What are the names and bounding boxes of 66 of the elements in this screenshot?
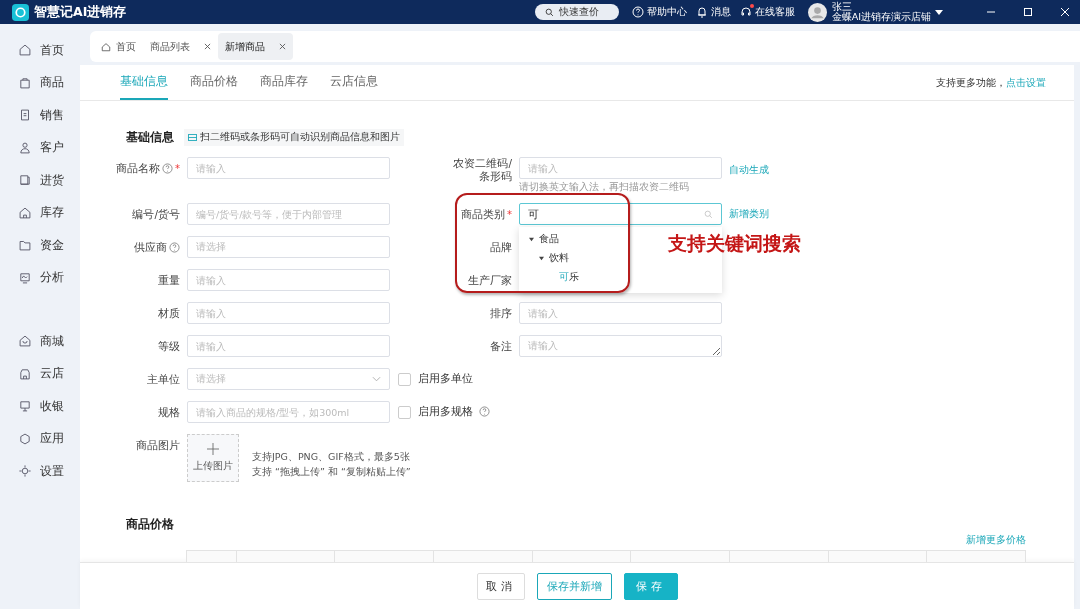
field-label: 供应商 (134, 240, 167, 254)
checkbox[interactable]: 启用多单位 (398, 368, 473, 390)
header-link[interactable]: 帮助中心 (631, 5, 687, 19)
sidebar-item[interactable]: 首页 (0, 34, 80, 67)
checkbox[interactable]: 启用多规格 (398, 401, 473, 423)
sidebar-item[interactable]: 销售 (0, 99, 80, 132)
field-label: 商品类别 (461, 207, 505, 221)
field-label: 农资二维码/条形码 (452, 157, 512, 183)
app-title: 智慧记AI进销存 (34, 3, 127, 21)
sub-tab[interactable]: 商品库存 (260, 65, 308, 100)
settings-hint: 支持更多功能， (936, 75, 1006, 90)
field-label: 等级 (158, 339, 180, 353)
sidebar-item[interactable]: 收银 (0, 390, 80, 423)
upload-note: 支持 “拖拽上传” 和 “复制粘贴上传” (252, 466, 411, 479)
text-field[interactable]: 请输入 (187, 335, 390, 357)
field-hint: 请切换英文输入法，再扫描农资二维码 (519, 181, 689, 194)
text-field[interactable]: 请输入 (187, 302, 390, 324)
header-link[interactable]: 消息 (695, 5, 731, 19)
tree-node[interactable]: 饮料 (519, 249, 569, 268)
text-field[interactable]: 请输入 (187, 157, 390, 179)
user-name: 张三 (831, 1, 852, 13)
sidebar-item[interactable]: 云店 (0, 357, 80, 390)
sub-tab[interactable]: 云店信息 (330, 65, 378, 100)
field-label: 材质 (158, 306, 180, 320)
scan-note: 扫二维码或条形码可自动识别商品信息和图片 (184, 129, 404, 146)
field-label: 生产厂家 (468, 273, 512, 287)
sidebar-item[interactable]: 客户 (0, 131, 80, 164)
tree-node[interactable]: 食品 (519, 230, 559, 249)
field-label: 备注 (490, 339, 512, 353)
page-tab[interactable]: 首页 (94, 33, 143, 60)
sidebar-item[interactable]: 商品 (0, 66, 80, 99)
section-title: 商品价格 (126, 516, 174, 533)
field-label: 编号/货号 (132, 207, 180, 221)
field-label: 重量 (158, 273, 180, 287)
field-label: 商品名称 (116, 161, 160, 175)
field-label: 排序 (490, 306, 512, 320)
sidebar-item[interactable]: 设置 (0, 455, 80, 488)
quick-price-search[interactable]: 快速查价 (534, 4, 619, 20)
upload-image-button[interactable]: 上传图片 (187, 434, 239, 482)
sidebar-item[interactable]: 应用 (0, 422, 80, 455)
required-mark: * (507, 208, 512, 220)
remark-field[interactable]: 请输入 (519, 335, 722, 357)
upload-note: 支持JPG、PNG、GIF格式，最多5张 (252, 451, 411, 464)
page-tab[interactable]: 商品列表 (143, 33, 218, 60)
header-link[interactable]: 在线客服 (739, 5, 795, 19)
text-field[interactable]: 请输入 (519, 157, 722, 179)
sidebar-item[interactable]: 商城 (0, 325, 80, 358)
sidebar-item[interactable]: 库存 (0, 196, 80, 229)
page-tab[interactable]: 新增商品 (218, 33, 293, 60)
text-field[interactable]: 请输入 (187, 269, 390, 291)
required-mark: * (175, 162, 180, 174)
footer-button[interactable]: 取消 (476, 572, 525, 600)
sidebar-item[interactable]: 资金 (0, 229, 80, 262)
category-search-field[interactable]: 可 (519, 203, 722, 225)
field-label: 商品图片 (136, 438, 180, 452)
field-label: 规格 (158, 405, 180, 419)
sub-tab[interactable]: 商品价格 (190, 65, 238, 100)
annotation-text: 支持关键词搜索 (668, 231, 801, 256)
shop-name: 金蝶AI进销存演示店铺 (831, 12, 931, 23)
tree-node[interactable]: 可乐 (519, 268, 579, 287)
field-label: 主单位 (147, 372, 180, 386)
field-label: 品牌 (490, 240, 512, 254)
sidebar-item[interactable]: 分析 (0, 261, 80, 294)
sidebar-item[interactable]: 进货 (0, 164, 80, 197)
text-field[interactable]: 请输入 (519, 302, 722, 324)
section-title: 基础信息 (126, 129, 174, 146)
